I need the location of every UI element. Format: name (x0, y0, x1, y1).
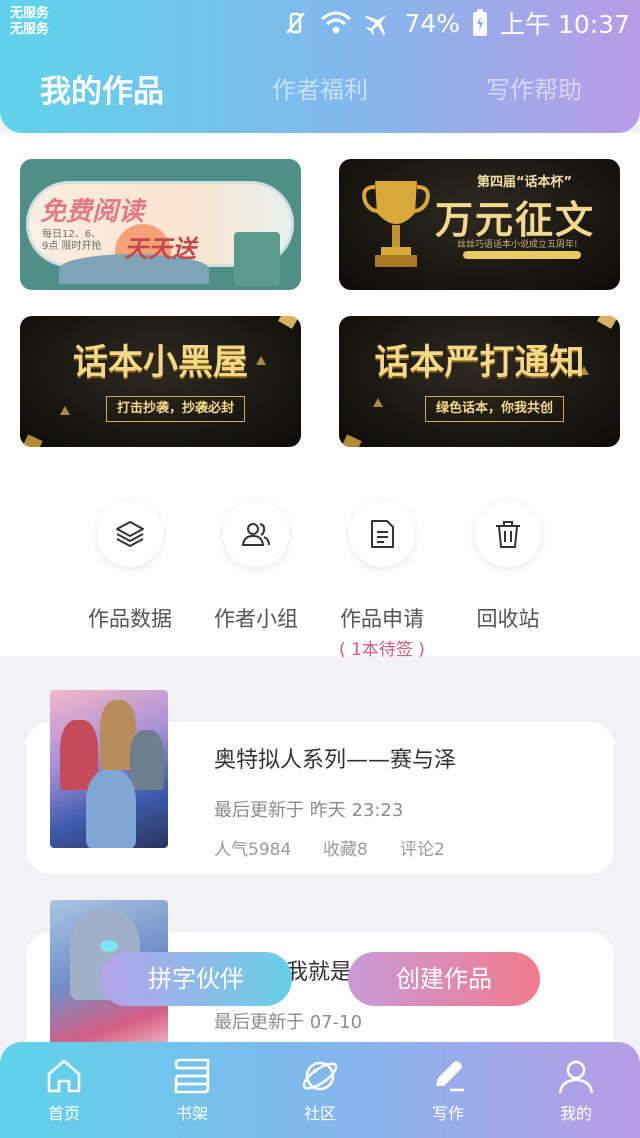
notice-banner[interactable]: 话本严打通知 绿色话本，你我共创 (339, 316, 620, 447)
tab-author-benefits[interactable]: 作者福利 (272, 70, 368, 105)
trophy-icon (362, 181, 430, 267)
nav-home[interactable]: 首页 (14, 1056, 114, 1124)
recycle-bin-action[interactable]: 回收站 (448, 501, 568, 633)
author-group-action[interactable]: 作者小组 (196, 501, 316, 633)
work-popularity: 人气5984 (214, 840, 292, 860)
nav-label: 我的 (559, 1104, 592, 1123)
banner-subtitle: 天天送 (124, 234, 196, 263)
gold-corner-decoration (278, 316, 300, 329)
work-updated: 最后更新于 07-10 (214, 1012, 363, 1033)
blackroom-label: 打击抄袭，抄袭必封 (106, 396, 246, 422)
work-cover[interactable] (50, 690, 168, 848)
contest-bar (463, 251, 581, 259)
nav-label: 社区 (303, 1104, 336, 1123)
planet-icon (302, 1061, 338, 1091)
nav-label: 书架 (175, 1104, 208, 1123)
battery-level: 74% (404, 8, 460, 38)
airplane-mode-icon (364, 10, 392, 36)
free-read-banner[interactable]: 免费阅读 每日12、6、9点 限时开抢 天天送 (20, 159, 301, 290)
layers-icon (97, 501, 163, 567)
work-favorites: 收藏8 (323, 840, 368, 860)
header: 无服务 无服务 74% 上午 10:37 我的作品 作者福利 写作帮助 (0, 0, 640, 133)
nav-write[interactable]: 写作 (398, 1056, 498, 1124)
wifi-icon (320, 10, 352, 36)
pen-icon (436, 1061, 464, 1092)
carrier-line-2: 无服务 (10, 22, 50, 37)
nav-bookshelf[interactable]: 书架 (142, 1056, 242, 1124)
gold-corner-decoration (340, 434, 362, 447)
notice-title: 话本严打通知 (374, 343, 585, 383)
pending-sign-note: ( 1本待签 ) (339, 640, 425, 660)
action-label: 回收站 (476, 607, 540, 631)
notice-label: 绿色话本，你我共创 (425, 396, 565, 422)
contest-banner[interactable]: 第四届“话本杯” 万元征文 丝丝巧语话本小说成立五周年! (339, 159, 620, 290)
work-title[interactable]: 奥特拟人系列——赛与泽 (214, 742, 456, 774)
action-label: 作品数据 (88, 607, 172, 631)
clock: 上午 10:37 (500, 10, 630, 39)
battery-icon (472, 9, 488, 37)
nav-me[interactable]: 我的 (526, 1056, 626, 1124)
gold-corner-decoration (21, 434, 43, 447)
work-comments: 评论2 (400, 840, 445, 860)
work-updated: 最后更新于 昨天 23:23 (214, 800, 404, 821)
status-icons: 74% 上午 10:37 (282, 6, 630, 40)
works-apply-action[interactable]: 作品申请 ( 1本待签 ) (322, 501, 442, 660)
nav-community[interactable]: 社区 (270, 1056, 370, 1124)
contest-title: 万元征文 (435, 197, 596, 242)
action-label: 作品申请 (340, 607, 424, 631)
carrier-info: 无服务 无服务 (10, 6, 49, 38)
banner-note: 每日12、6、9点 限时开抢 (42, 229, 102, 252)
nav-label: 首页 (47, 1104, 80, 1123)
vibrate-off-icon (282, 10, 308, 36)
group-icon (223, 501, 289, 567)
writing-partner-button[interactable]: 拼字伙伴 (100, 952, 292, 1006)
status-bar: 无服务 无服务 74% 上午 10:37 (0, 0, 640, 46)
cover-figure (130, 730, 164, 790)
quick-actions: 作品数据 作者小组 作品申请 ( 1本待签 ) 回收站 (0, 453, 640, 660)
banner-grid: 免费阅读 每日12、6、9点 限时开抢 天天送 第四届“话本杯” 万元征文 丝丝… (0, 133, 640, 453)
top-tabs: 我的作品 作者福利 写作帮助 (0, 60, 640, 120)
cover-figure (86, 770, 136, 848)
blackroom-banner[interactable]: 话本小黑屋 打击抄袭，抄袭必封 (20, 316, 301, 447)
bookshelf-icon (174, 1058, 210, 1094)
gold-corner-decoration (597, 316, 619, 329)
contest-subtitle: 丝丝巧语话本小说成立五周年! (457, 240, 578, 250)
document-icon (349, 501, 415, 567)
book-graphic (234, 232, 280, 286)
nav-label: 写作 (431, 1104, 464, 1123)
carrier-line-1: 无服务 (10, 6, 50, 21)
trash-icon (475, 501, 541, 567)
work-title[interactable]: 我就是 (286, 954, 352, 986)
person-icon (558, 1060, 594, 1094)
contest-header: 第四届“话本杯” (477, 175, 573, 190)
banner-title: 免费阅读 (40, 197, 145, 227)
bottom-nav: 首页 书架 社区 写作 我的 (0, 1042, 640, 1138)
triangle-decoration (60, 406, 70, 415)
tab-writing-help[interactable]: 写作帮助 (486, 70, 582, 105)
action-label: 作者小组 (214, 607, 298, 631)
triangle-decoration (373, 398, 383, 407)
blackroom-title: 话本小黑屋 (72, 343, 248, 383)
tab-my-works[interactable]: 我的作品 (40, 66, 164, 111)
home-icon (47, 1059, 81, 1093)
works-data-action[interactable]: 作品数据 (70, 501, 190, 633)
cover-figure (100, 940, 118, 952)
create-work-button[interactable]: 创建作品 (348, 952, 540, 1006)
